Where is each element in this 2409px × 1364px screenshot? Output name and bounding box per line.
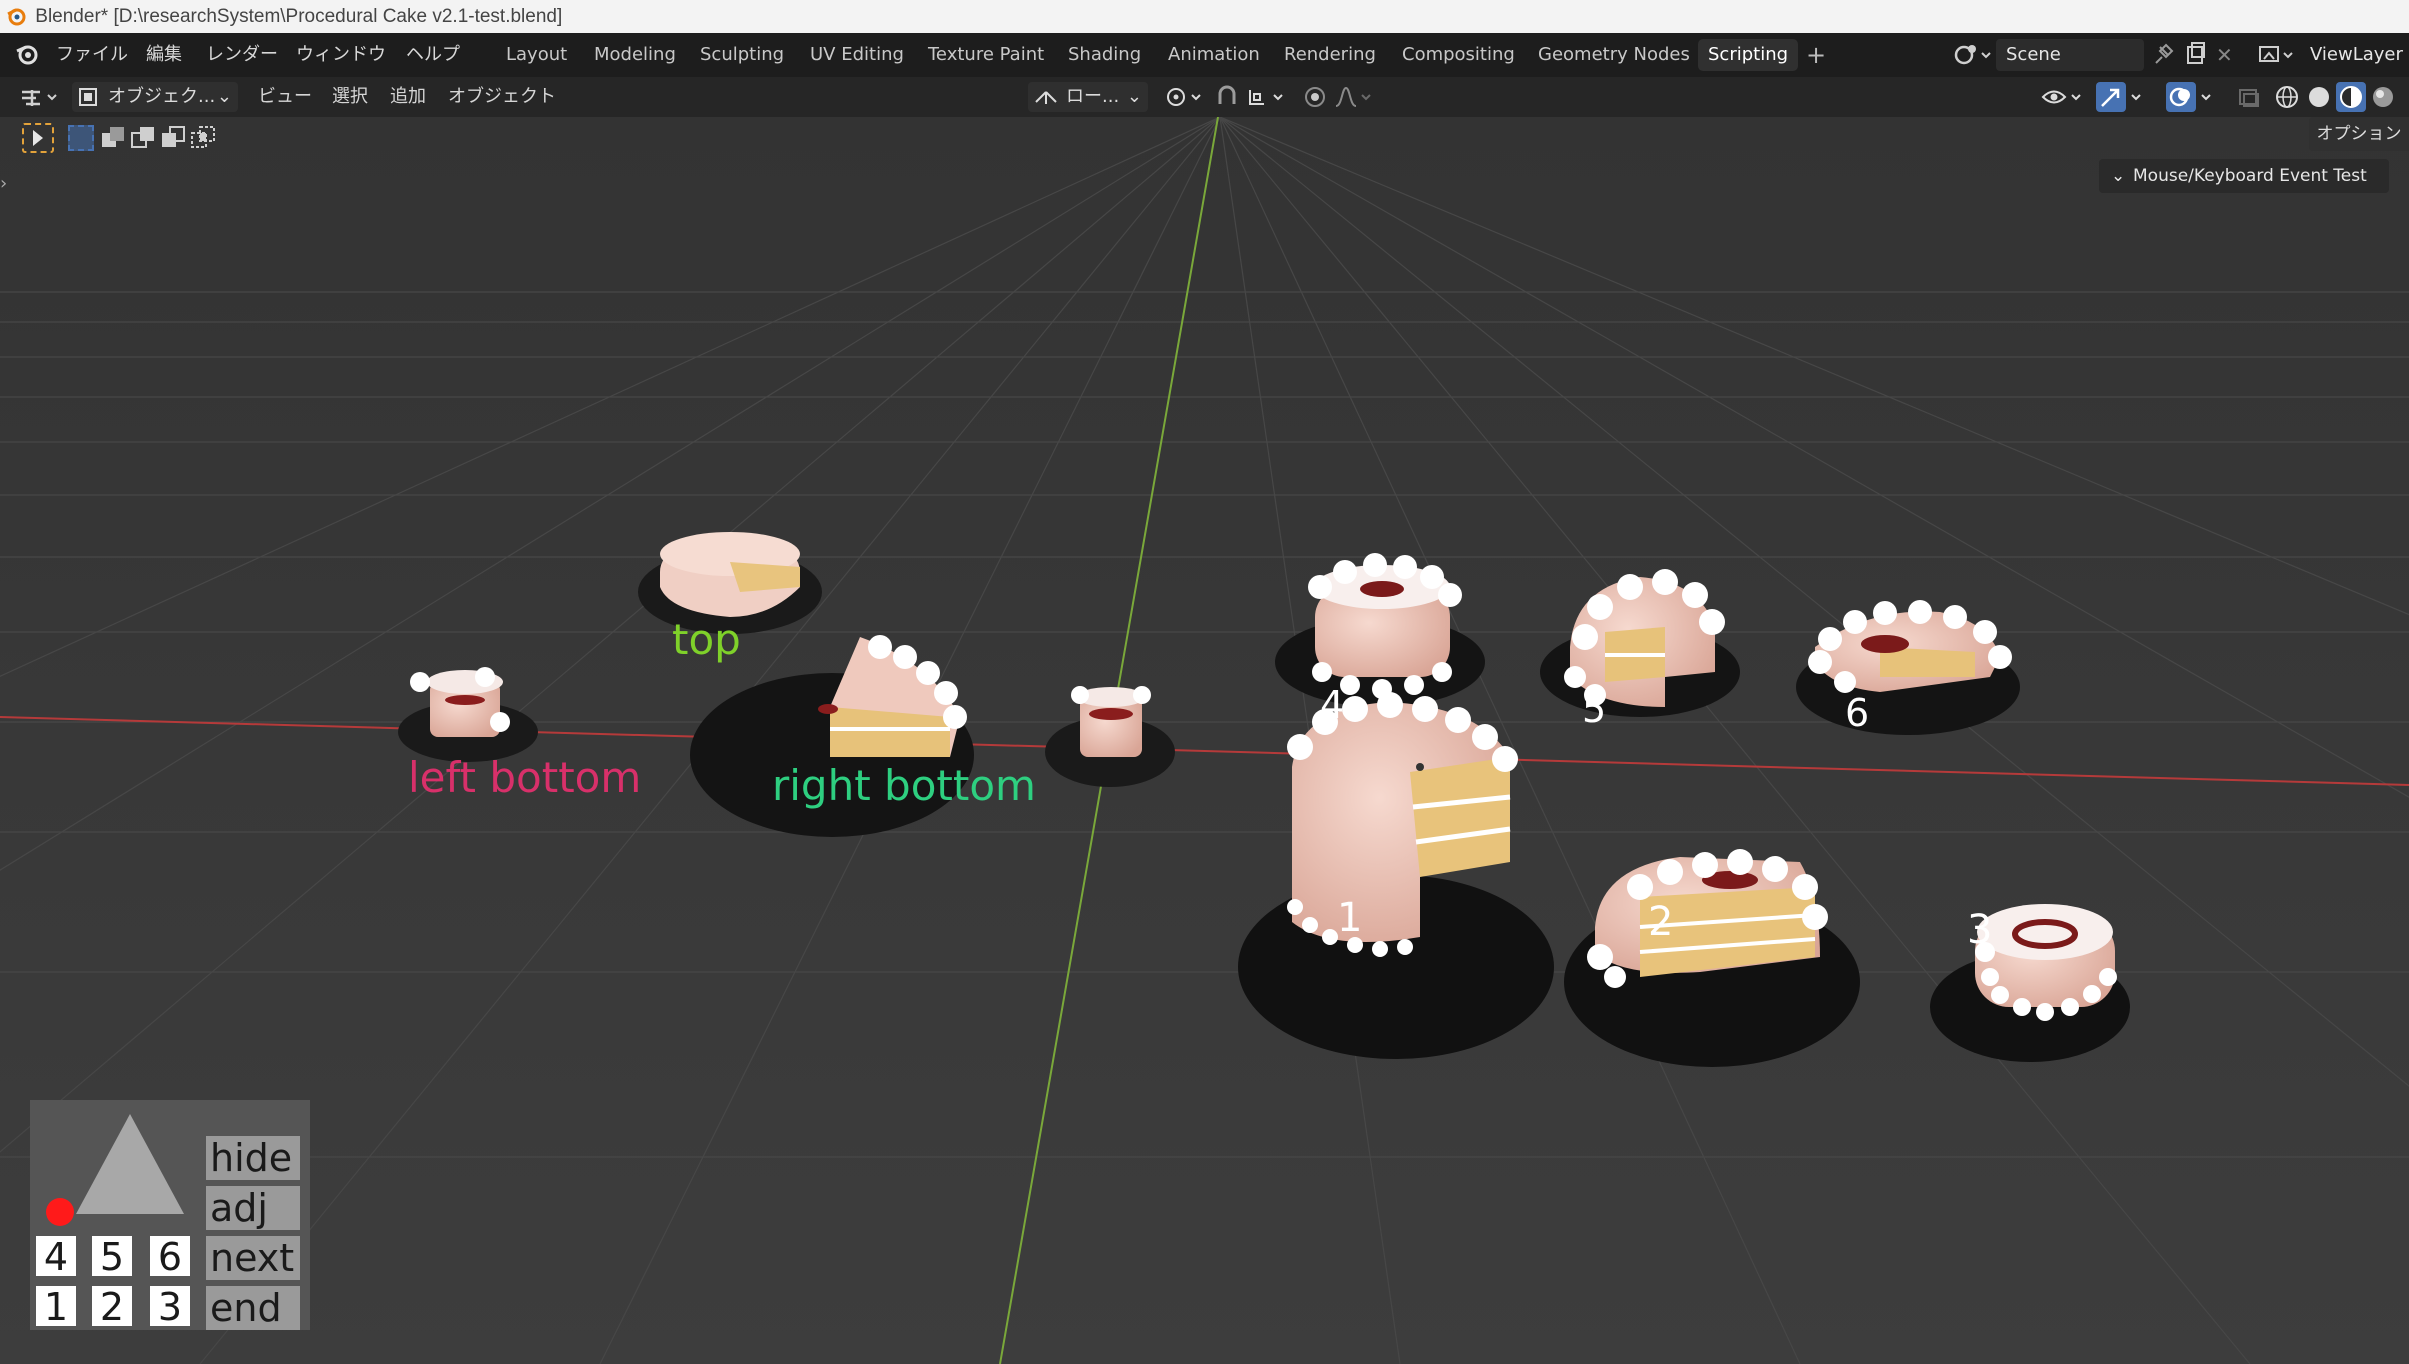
num-button-2[interactable]: 2 [92, 1286, 132, 1328]
snap-target-icon[interactable] [1246, 82, 1283, 112]
label-cake-6: 6 [1845, 691, 1870, 735]
blender-window: Blender* [D:\researchSystem\Procedural C… [0, 0, 2409, 1364]
chevron-down-icon: ⌄ [1126, 86, 1142, 107]
snap-icon[interactable] [1212, 82, 1242, 112]
label-cake-3: 3 [1967, 907, 1993, 953]
overlays-toggle-icon[interactable] [2166, 82, 2196, 112]
select-mode-subtract-icon[interactable] [130, 125, 156, 151]
tab-uv-editing[interactable]: UV Editing [800, 39, 914, 71]
menu-file[interactable]: ファイル [56, 33, 128, 77]
menu-help[interactable]: ヘルプ [406, 33, 460, 77]
add-workspace-icon[interactable]: + [1806, 33, 1826, 77]
transform-orientation-dropdown[interactable]: ロー... ⌄ [1028, 82, 1148, 112]
label-cake-5: 5 [1582, 687, 1607, 731]
menu-render[interactable]: レンダー [206, 33, 278, 77]
tab-scripting[interactable]: Scripting [1698, 39, 1799, 71]
hide-button[interactable]: hide [206, 1136, 300, 1180]
num-button-1[interactable]: 1 [36, 1286, 76, 1328]
gizmo-toggle-icon[interactable] [2096, 82, 2126, 112]
select-mode-invert-icon[interactable] [160, 125, 186, 151]
object-mode-icon [79, 88, 97, 106]
tab-rendering[interactable]: Rendering [1274, 39, 1386, 71]
num-button-5[interactable]: 5 [92, 1236, 132, 1278]
chevron-down-icon: ⌄ [216, 86, 232, 107]
tab-texture-paint[interactable]: Texture Paint [918, 39, 1054, 71]
pivot-point-icon[interactable] [1162, 82, 1201, 112]
select-tool-icon[interactable] [22, 123, 54, 153]
viewlayer-selector-icon[interactable] [2256, 33, 2296, 77]
tab-sculpting[interactable]: Sculpting [690, 39, 794, 71]
menu-edit[interactable]: 編集 [146, 33, 182, 77]
options-button[interactable]: オプション [2309, 117, 2409, 151]
xray-toggle-icon[interactable] [2234, 82, 2264, 112]
tab-geometry-nodes[interactable]: Geometry Nodes [1528, 39, 1700, 71]
transform-orientation-label: ロー... [1066, 86, 1120, 107]
menu-object[interactable]: オブジェクト [448, 77, 556, 117]
select-mode-extend-icon[interactable] [100, 125, 126, 151]
label-cake-1: 1 [1337, 895, 1363, 941]
tab-modeling[interactable]: Modeling [584, 39, 686, 71]
tab-animation[interactable]: Animation [1158, 39, 1270, 71]
chevron-down-icon: ⌄ [2111, 166, 2126, 186]
toolbar-expand-chevron-icon[interactable]: › [0, 173, 7, 194]
mode-label: オブジェク... [108, 86, 216, 107]
topbar: ファイル 編集 レンダー ウィンドウ ヘルプ Layout Modeling S… [0, 33, 2409, 77]
control-overlay: hide adj next end 4 5 6 1 2 3 [30, 1100, 310, 1330]
menu-select[interactable]: 選択 [332, 77, 368, 117]
num-button-6[interactable]: 6 [150, 1236, 190, 1278]
viewport-header: オブジェク... ⌄ ビュー 選択 追加 オブジェクト ロー... ⌄ [0, 77, 2409, 117]
label-top: top [672, 615, 741, 664]
num-button-3[interactable]: 3 [150, 1286, 190, 1328]
label-left-bottom: left bottom [408, 753, 642, 802]
blender-menu-icon[interactable] [14, 33, 40, 77]
scene-name-field[interactable]: Scene [1996, 39, 2144, 71]
mode-dropdown[interactable]: オブジェク... ⌄ [72, 82, 238, 112]
shading-wireframe-icon[interactable] [2272, 82, 2302, 112]
3d-viewport[interactable]: top left bottom right bottom 4 5 6 1 2 3… [0, 117, 2409, 1364]
menu-add[interactable]: 追加 [390, 77, 426, 117]
orientation-icon [1035, 91, 1057, 104]
delete-scene-icon[interactable]: ✕ [2216, 33, 2233, 77]
num-button-4[interactable]: 4 [36, 1236, 76, 1278]
pin-icon[interactable] [2152, 33, 2176, 77]
shading-rendered-icon[interactable] [2368, 82, 2398, 112]
select-mode-new-icon[interactable] [68, 125, 94, 151]
shading-material-icon[interactable] [2336, 82, 2366, 112]
sidebar-panel-mouse-keyboard-event-test[interactable]: ⌄ Mouse/Keyboard Event Test [2099, 159, 2389, 193]
new-scene-icon[interactable] [2184, 33, 2208, 77]
viewlayer-name[interactable]: ViewLayer [2310, 33, 2403, 77]
falloff-icon[interactable] [1332, 82, 1371, 112]
panel-tab-label: Mouse/Keyboard Event Test [2133, 166, 2367, 186]
adj-button[interactable]: adj [206, 1186, 300, 1230]
window-title: Blender* [D:\researchSystem\Procedural C… [35, 6, 563, 27]
menu-view[interactable]: ビュー [258, 77, 312, 117]
object-visibility-icon[interactable] [2040, 82, 2081, 112]
overlays-dropdown-icon[interactable] [2198, 82, 2228, 112]
editor-type-icon[interactable] [16, 82, 57, 112]
label-right-bottom: right bottom [772, 761, 1036, 810]
proportional-editing-icon[interactable] [1300, 82, 1330, 112]
shading-solid-icon[interactable] [2304, 82, 2334, 112]
tab-layout[interactable]: Layout [496, 39, 577, 71]
red-dot-marker [46, 1198, 74, 1226]
scene-canvas [0, 117, 2409, 1364]
window-titlebar: Blender* [D:\researchSystem\Procedural C… [0, 0, 2409, 33]
blender-logo-icon [6, 4, 26, 26]
end-button[interactable]: end [206, 1286, 300, 1330]
tab-compositing[interactable]: Compositing [1392, 39, 1525, 71]
triangle-icon [76, 1114, 184, 1214]
next-button[interactable]: next [206, 1236, 300, 1280]
label-cake-4: 4 [1320, 683, 1345, 727]
select-mode-intersect-icon[interactable] [190, 125, 216, 151]
menu-window[interactable]: ウィンドウ [296, 33, 386, 77]
gizmo-dropdown-icon[interactable] [2128, 82, 2158, 112]
scene-selector-icon[interactable] [1950, 33, 1992, 77]
label-cake-2: 2 [1648, 899, 1674, 945]
tab-shading[interactable]: Shading [1058, 39, 1151, 71]
